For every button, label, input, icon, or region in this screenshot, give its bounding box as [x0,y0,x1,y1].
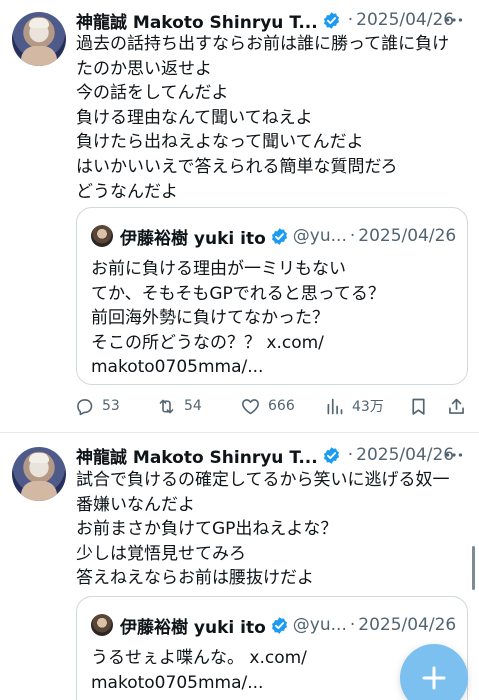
text-line: 過去の話持ち出すならお前は誰に勝って誰に負け [76,34,450,54]
tweet-date[interactable]: 2025/04/26 [356,10,454,30]
text-line: 負けたら出ねえよなって聞いてんだよ [76,132,364,153]
avatar[interactable] [12,12,66,66]
separator: · [349,615,356,635]
text-line: 前回海外勢に負けてなかった？ [91,308,329,329]
retweet-count: 54 [184,398,202,414]
like-button[interactable]: 666 [240,393,295,419]
heart-icon [242,398,259,414]
more-dots-icon[interactable] [443,9,465,31]
text-line: 試合で負けるの確定してるから笑いに逃げる奴一 [76,470,450,490]
text-line: てか、そもそもGPでれると思ってる？ [91,283,385,304]
share-button[interactable] [446,393,474,419]
quote-text: お前に負ける理由が一ミリもない てか、そもそもGPでれると思ってる？ 前回海外勢… [91,257,451,380]
separator: · [349,226,356,246]
quote-avatar [91,225,113,247]
quote-author-name: 伊藤裕樹 yuki ito [120,228,266,249]
text-line: はいかいいえで答えられる簡単な質問だろ [76,156,398,177]
text-line: たのか思い返せよ [76,58,212,79]
quote-header: 伊藤裕樹 yuki ito @yu... · 2025/04/26 [91,224,457,249]
separator: · [347,445,354,465]
text-line: 番嫌いなんだよ [76,494,195,515]
bookmark-icon [412,398,425,415]
text-line: makoto0705mma/... [91,357,264,378]
author-name[interactable]: 神龍誠 Makoto Shinryu T... [76,8,318,33]
views-button[interactable]: 43万 [324,393,384,419]
text-line: どうなんだよ [76,181,178,202]
plus-icon [422,666,446,690]
reply-button[interactable]: 53 [74,393,120,419]
quote-date: 2025/04/26 [358,226,457,246]
view-count: 43万 [352,399,384,415]
reply-count: 53 [102,398,120,414]
text-line: お前まさか負けてGP出ねえよな？ [76,519,338,540]
avatar[interactable] [12,447,66,501]
text-line: 答えねえならお前は腰抜けだよ [76,568,314,589]
verified-badge-icon [271,227,287,245]
share-icon [449,398,464,414]
tweet-actions: 53 54 666 43万 [74,393,472,419]
verified-badge-icon [271,616,287,634]
views-chart-icon [327,398,343,414]
tweet-text: 過去の話持ち出すならお前は誰に勝って誰に負け たのか思い返せよ 今の話をしてんだ… [76,32,472,204]
quote-avatar [91,614,113,636]
reply-icon [77,398,93,415]
retweet-button[interactable]: 54 [156,393,202,419]
text-line: 負ける理由なんて聞いてねえよ [76,107,313,128]
quote-date: 2025/04/26 [358,615,457,635]
verified-badge-icon [323,446,339,464]
text-line: お前に負ける理由が一ミリもない [91,259,346,279]
separator: · [347,10,354,30]
tweet-header: 神龍誠 Makoto Shinryu T... · 2025/04/26 [76,8,454,33]
quote-header: 伊藤裕樹 yuki ito @yu... · 2025/04/26 [91,613,457,638]
scrollbar[interactable] [472,546,475,590]
like-count: 666 [268,398,295,414]
more-dots-icon[interactable] [443,444,465,466]
bookmark-button[interactable] [408,393,436,419]
tweet-date[interactable]: 2025/04/26 [356,445,454,465]
retweet-icon [159,399,174,413]
tweet-text: 試合で負けるの確定してるから笑いに逃げる奴一 番嫌いなんだよ お前まさか負けてG… [76,468,472,591]
quoted-tweet[interactable]: 伊藤裕樹 yuki ito @yu... · 2025/04/26 お前に負ける… [76,207,468,385]
text-line: makoto0705mma/... [91,672,264,693]
quote-text: うるせぇよ喋んな。 x.com/ makoto0705mma/... [91,646,451,695]
author-name[interactable]: 神龍誠 Makoto Shinryu T... [76,443,318,468]
quote-author-name: 伊藤裕樹 yuki ito [120,617,266,638]
verified-badge-icon [323,11,339,29]
quote-handle: @yu... [292,615,347,635]
quote-handle: @yu... [292,226,347,246]
tweet-header: 神龍誠 Makoto Shinryu T... · 2025/04/26 [76,443,454,468]
text-line: 今の話をしてんだよ [76,83,229,104]
text-line: そこの所どうなの？？ x.com/ [91,332,324,353]
text-line: 少しは覚悟見せてみろ [76,543,246,564]
text-line: うるせぇよ喋んな。 x.com/ [91,648,307,668]
tweet[interactable]: 神龍誠 Makoto Shinryu T... · 2025/04/26 過去の… [0,0,479,433]
